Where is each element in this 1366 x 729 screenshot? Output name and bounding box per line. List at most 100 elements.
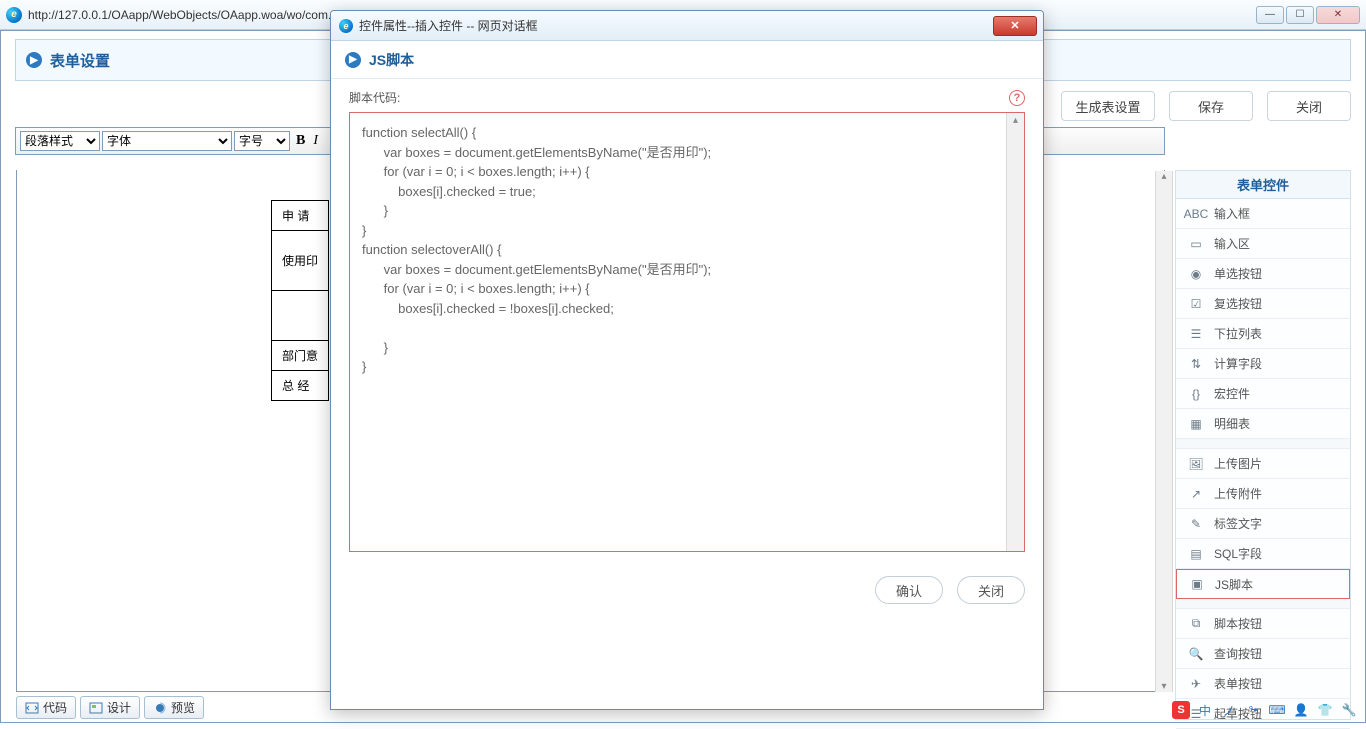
dialog-close-button[interactable]: ✕ — [993, 16, 1037, 36]
control-item-输入框[interactable]: ABC 输入框 — [1176, 199, 1350, 229]
page-title: 表单设置 — [50, 50, 110, 71]
paragraph-style-select[interactable]: 段落样式 — [20, 131, 100, 151]
control-icon: ▭ — [1188, 237, 1204, 251]
control-item-SQL字段[interactable]: ▤ SQL字段 — [1176, 539, 1350, 569]
table-cell[interactable]: 使用印 — [272, 231, 329, 291]
bold-button[interactable]: B — [292, 133, 309, 149]
tab-code[interactable]: 代码 — [16, 696, 76, 719]
control-item-label: 查询按钮 — [1214, 645, 1262, 662]
control-item-复选按钮[interactable]: ☑复选按钮 — [1176, 289, 1350, 319]
control-item-宏控件[interactable]: {}宏控件 — [1176, 379, 1350, 409]
control-icon: ↗ — [1188, 487, 1204, 501]
control-item-label: SQL字段 — [1214, 545, 1262, 562]
tab-label: 代码 — [43, 699, 67, 716]
preview-icon — [153, 702, 167, 714]
control-item-label: 单选按钮 — [1214, 265, 1262, 282]
control-item-label: 下拉列表 — [1214, 325, 1262, 342]
control-item-查询按钮[interactable]: 🔍 查询按钮 — [1176, 639, 1350, 669]
dialog-title: 控件属性--插入控件 -- 网页对话框 — [359, 17, 538, 34]
control-icon: 🔍 — [1188, 647, 1204, 661]
arrow-right-circle-icon: ▶ — [26, 52, 42, 68]
control-item-脚本按钮[interactable]: ⧉ 脚本按钮 — [1176, 609, 1350, 639]
control-item-label: 上传图片 — [1214, 455, 1262, 472]
panel-separator — [1176, 599, 1350, 609]
ime-shirt-icon[interactable]: 👕 — [1316, 701, 1334, 719]
tab-design[interactable]: 设计 — [80, 696, 140, 719]
form-table: 申 请 使用印 部门意 总 经 — [271, 200, 329, 401]
control-item-下拉列表[interactable]: ☰ 下拉列表 — [1176, 319, 1350, 349]
ime-dot-icon[interactable]: °• — [1244, 701, 1262, 719]
controls-panel: 表单控件 ABC 输入框 ▭ 输入区 ◉ 单选按钮 ☑复选按钮 ☰ 下拉列表 ⇅ 计算字段 {}宏控件… — [1175, 170, 1351, 720]
script-code-textarea[interactable] — [350, 113, 1006, 551]
control-item-计算字段[interactable]: ⇅ 计算字段 — [1176, 349, 1350, 379]
control-icon: ◉ — [1188, 267, 1204, 281]
font-select[interactable]: 字体 — [102, 131, 232, 151]
generate-button[interactable]: 生成表设置 — [1061, 91, 1155, 121]
code-icon — [25, 702, 39, 714]
control-icon: ☑ — [1188, 297, 1204, 311]
control-item-label: 输入框 — [1214, 205, 1250, 222]
control-icon: ▣ — [1189, 577, 1205, 591]
help-icon[interactable]: ? — [1009, 90, 1025, 106]
ime-keyboard-icon[interactable]: ⌨ — [1268, 701, 1286, 719]
tab-label: 预览 — [171, 699, 195, 716]
ime-bar: S 中 ノ °• ⌨ 👤 👕 🔧 — [1166, 699, 1364, 721]
control-icon: ⧉ — [1188, 617, 1204, 631]
table-cell[interactable]: 申 请 — [272, 201, 329, 231]
table-cell[interactable]: 部门意 — [272, 341, 329, 371]
ime-lang-icon[interactable]: 中 — [1196, 701, 1214, 719]
arrow-right-circle-icon: ▶ — [345, 52, 361, 68]
controls-panel-title: 表单控件 — [1176, 171, 1350, 199]
dialog-cancel-button[interactable]: 关闭 — [957, 576, 1025, 604]
control-icon: ☰ — [1188, 327, 1204, 341]
control-icon: ▤ — [1188, 547, 1204, 561]
editor-mode-tabs: 代码 设计 预览 — [16, 696, 204, 719]
control-item-上传图片[interactable]: 🖼 上传图片 — [1176, 449, 1350, 479]
window-maximize-button[interactable]: ☐ — [1286, 6, 1314, 24]
code-scrollbar[interactable] — [1006, 113, 1024, 551]
control-item-label: 标签文字 — [1214, 515, 1262, 532]
control-item-label: 脚本按钮 — [1214, 615, 1262, 632]
table-cell[interactable]: 总 经 — [272, 371, 329, 401]
ime-punct-icon[interactable]: ノ — [1220, 701, 1238, 719]
editor-scrollbar[interactable] — [1155, 171, 1173, 692]
dialog-header-label: JS脚本 — [369, 50, 414, 70]
window-close-button[interactable]: ✕ — [1316, 6, 1360, 24]
control-item-label: 明细表 — [1214, 415, 1250, 432]
dialog-header: ▶ JS脚本 — [331, 41, 1043, 79]
tab-label: 设计 — [107, 699, 131, 716]
control-item-明细表[interactable]: ▦ 明细表 — [1176, 409, 1350, 439]
control-item-上传附件[interactable]: ↗上传附件 — [1176, 479, 1350, 509]
control-icon: ABC — [1188, 207, 1204, 221]
control-item-label: JS脚本 — [1215, 576, 1253, 593]
dialog-ok-button[interactable]: 确认 — [875, 576, 943, 604]
control-icon: {} — [1188, 387, 1204, 401]
control-icon: ▦ — [1188, 417, 1204, 431]
control-item-输入区[interactable]: ▭ 输入区 — [1176, 229, 1350, 259]
italic-button[interactable]: I — [311, 133, 320, 149]
font-size-select[interactable]: 字号 — [234, 131, 290, 151]
control-icon: ⇅ — [1188, 357, 1204, 371]
control-item-label: 表单按钮 — [1214, 675, 1262, 692]
control-item-单选按钮[interactable]: ◉ 单选按钮 — [1176, 259, 1350, 289]
control-properties-dialog: e 控件属性--插入控件 -- 网页对话框 ✕ ▶ JS脚本 脚本代码: ? 确… — [330, 10, 1044, 710]
ime-wrench-icon[interactable]: 🔧 — [1340, 701, 1358, 719]
design-icon — [89, 702, 103, 714]
ime-person-icon[interactable]: 👤 — [1292, 701, 1310, 719]
control-item-表单按钮[interactable]: ✈ 表单按钮 — [1176, 669, 1350, 699]
control-item-标签文字[interactable]: ✎ 标签文字 — [1176, 509, 1350, 539]
control-icon: ✎ — [1188, 517, 1204, 531]
table-cell[interactable] — [272, 291, 329, 341]
tab-preview[interactable]: 预览 — [144, 696, 204, 719]
control-item-label: 计算字段 — [1214, 355, 1262, 372]
close-page-button[interactable]: 关闭 — [1267, 91, 1351, 121]
ie-icon: e — [339, 19, 353, 33]
window-minimize-button[interactable]: — — [1256, 6, 1284, 24]
control-item-JS脚本[interactable]: ▣ JS脚本 — [1176, 569, 1350, 599]
control-icon: 🖼 — [1188, 457, 1204, 471]
control-item-label: 输入区 — [1214, 235, 1250, 252]
control-icon: ✈ — [1188, 677, 1204, 691]
save-button[interactable]: 保存 — [1169, 91, 1253, 121]
dialog-titlebar[interactable]: e 控件属性--插入控件 -- 网页对话框 ✕ — [331, 11, 1043, 41]
ime-sogou-icon[interactable]: S — [1172, 701, 1190, 719]
